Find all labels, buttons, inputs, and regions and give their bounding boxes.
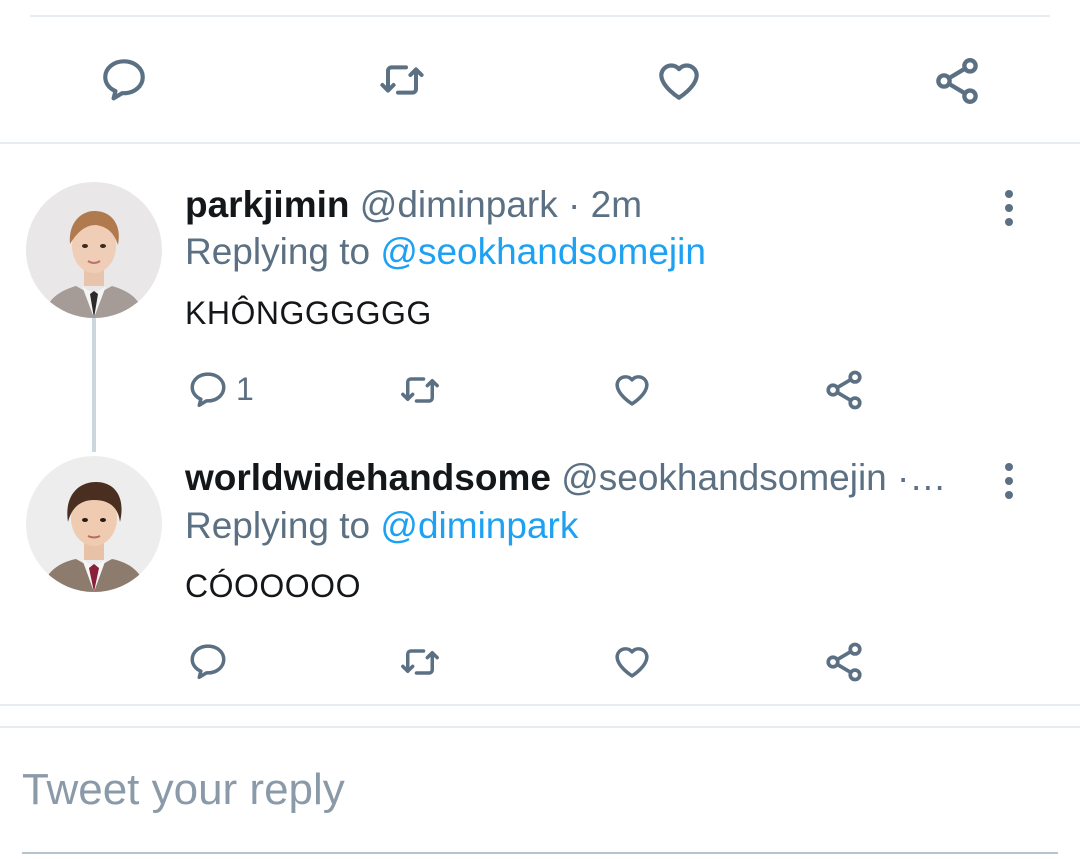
replying-prefix: Replying to <box>185 231 371 272</box>
display-name[interactable]: worldwidehandsome <box>185 457 551 498</box>
like-icon <box>615 647 649 678</box>
reply-input-underline <box>22 852 1058 854</box>
handle-time: @diminpark · 2m <box>359 184 643 225</box>
like-icon <box>659 63 699 100</box>
thread-line <box>92 318 96 452</box>
share-icon <box>936 58 978 104</box>
reply-count: 1 <box>236 371 254 407</box>
replying-to: Replying to @seokhandsomejin <box>185 230 706 274</box>
avatar[interactable] <box>26 456 162 592</box>
display-name[interactable]: parkjimin <box>185 184 350 225</box>
retweet-icon <box>401 649 439 675</box>
reply-button[interactable] <box>186 640 230 682</box>
share-button[interactable] <box>930 55 984 107</box>
retweet-button[interactable] <box>394 641 446 683</box>
reply-input[interactable]: Tweet your reply <box>22 762 345 818</box>
reply-icon <box>103 59 145 101</box>
tweet-text: CÓOOOOO <box>185 568 361 604</box>
share-button[interactable] <box>822 640 866 684</box>
replying-mention[interactable]: @diminpark <box>380 505 578 546</box>
avatar-parkjimin <box>26 182 162 318</box>
retweet-icon <box>401 377 439 403</box>
more-icon <box>1005 190 1013 198</box>
tweet-header: worldwidehandsome @seokhandsomejin ·… <box>185 456 946 500</box>
like-button[interactable] <box>609 368 655 410</box>
like-button[interactable] <box>609 640 655 682</box>
more-options-button[interactable] <box>1003 463 1015 505</box>
composer-divider <box>0 726 1080 728</box>
retweet-button[interactable] <box>394 369 446 411</box>
tweet-header: parkjimin @diminpark · 2m <box>185 183 642 227</box>
replying-prefix: Replying to <box>185 505 371 546</box>
top-divider <box>30 15 1050 17</box>
avatar[interactable] <box>26 182 162 318</box>
retweet-button[interactable] <box>372 56 432 104</box>
composer-divider <box>0 704 1080 706</box>
replying-mention[interactable]: @seokhandsomejin <box>380 231 706 272</box>
avatar-worldwidehandsome <box>26 456 162 592</box>
share-icon <box>826 370 862 410</box>
tweet-text: KHÔNGGGGGG <box>185 295 432 331</box>
like-icon <box>615 375 649 406</box>
share-button[interactable] <box>822 368 866 412</box>
like-button[interactable] <box>652 55 706 105</box>
share-icon <box>826 642 862 682</box>
more-icon <box>1005 463 1013 471</box>
more-options-button[interactable] <box>1003 190 1015 232</box>
handle-time: @seokhandsomejin ·… <box>561 457 947 498</box>
section-divider <box>0 142 1080 144</box>
reply-icon <box>190 372 226 408</box>
reply-icon <box>190 644 226 680</box>
reply-button[interactable] <box>98 54 150 104</box>
reply-button[interactable] <box>186 368 230 410</box>
retweet-icon <box>380 65 424 95</box>
replying-to: Replying to @diminpark <box>185 504 578 548</box>
